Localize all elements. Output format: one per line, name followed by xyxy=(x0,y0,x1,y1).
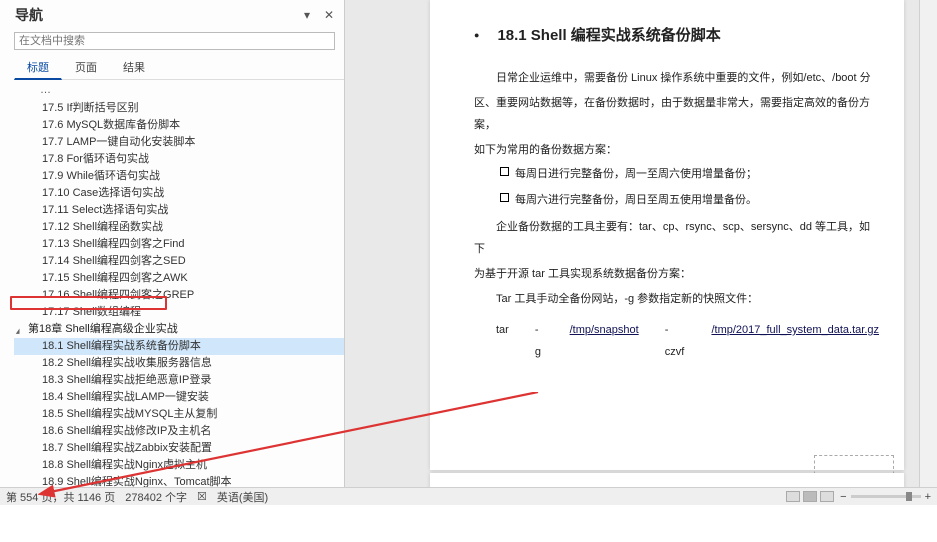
paragraph: 为基于开源 tar 工具实现系统数据备份方案： xyxy=(474,263,879,285)
status-page[interactable]: 第 554 页，共 1146 页 xyxy=(6,489,115,505)
outline-item[interactable]: 17.6 MySQL数据库备份脚本 xyxy=(14,117,344,134)
outline-item[interactable]: 17.5 If判断括号区别 xyxy=(14,100,344,117)
outline-item[interactable]: 17.10 Case选择语句实战 xyxy=(14,185,344,202)
zoom-slider[interactable] xyxy=(851,495,921,498)
nav-ellipsis: … xyxy=(30,80,344,100)
bullet-text: 每周六进行完整备份，周日至周五使用增量备份。 xyxy=(515,189,757,211)
tab-results[interactable]: 结果 xyxy=(110,54,158,79)
search-input[interactable] xyxy=(14,32,335,50)
paragraph: 企业备份数据的工具主要有：tar、cp、rsync、scp、sersync、dd… xyxy=(474,216,879,260)
paragraph: Tar 工具手动全备份网站，-g 参数指定新的快照文件： xyxy=(474,288,879,310)
outline-item[interactable]: 18.9 Shell编程实战Nginx、Tomcat脚本 xyxy=(14,474,344,487)
command-line: tar -g /tmp/snapshot -czvf /tmp/2017_ful… xyxy=(496,319,879,363)
cmd-seg: -g xyxy=(535,319,544,363)
outline-item[interactable]: 17.12 Shell编程函数实战 xyxy=(14,219,344,236)
outline-item[interactable]: 17.14 Shell编程四剑客之SED xyxy=(14,253,344,270)
outline-item[interactable]: 17.11 Select选择语句实战 xyxy=(14,202,344,219)
bullet-item: 每周六进行完整备份，周日至周五使用增量备份。 xyxy=(474,187,879,213)
nav-title: 导航 xyxy=(15,5,43,25)
outline-item[interactable]: 18.7 Shell编程实战Zabbix安装配置 xyxy=(14,440,344,457)
outline-item[interactable]: 17.15 Shell编程四剑客之AWK xyxy=(14,270,344,287)
outline-item[interactable]: 18.6 Shell编程实战修改IP及主机名 xyxy=(14,423,344,440)
outline-item[interactable]: 18.3 Shell编程实战拒绝恶意IP登录 xyxy=(14,372,344,389)
outline-item[interactable]: 17.17 Shell数组编程 xyxy=(14,304,344,321)
paragraph: 如下为常用的备份数据方案： xyxy=(474,139,879,161)
zoom-in-icon[interactable]: + xyxy=(925,491,931,503)
outline-item[interactable]: 18.4 Shell编程实战LAMP一键安装 xyxy=(14,389,344,406)
zoom-out-icon[interactable]: − xyxy=(840,491,846,503)
outline-item[interactable]: 18.2 Shell编程实战收集服务器信息 xyxy=(14,355,344,372)
nav-close-icon[interactable]: ✕ xyxy=(322,8,336,22)
outline-item[interactable]: 18.1 Shell编程实战系统备份脚本 xyxy=(14,338,344,355)
print-layout-button[interactable] xyxy=(803,491,817,502)
nav-tabs: 标题 页面 结果 xyxy=(14,54,344,80)
page-body: 日常企业运维中，需要备份 Linux 操作系统中重要的文件，例如/etc、/bo… xyxy=(474,67,879,363)
page: 18.1 Shell 编程实战系统备份脚本 日常企业运维中，需要备份 Linux… xyxy=(430,0,904,470)
outline-item[interactable]: 18.5 Shell编程实战MYSQL主从复制 xyxy=(14,406,344,423)
cmd-seg: tar xyxy=(496,319,509,341)
bullet-item: 每周日进行完整备份，周一至周六使用增量备份； xyxy=(474,161,879,187)
scrollbar-vertical[interactable] xyxy=(919,0,937,487)
read-mode-button[interactable] xyxy=(786,491,800,502)
status-bar: 第 554 页，共 1146 页 278402 个字 ☒ 英语(美国) − + xyxy=(0,487,937,505)
next-page xyxy=(430,473,904,487)
outline-item[interactable]: 18.8 Shell编程实战Nginx虚拟主机 xyxy=(14,457,344,474)
checkbox-icon xyxy=(500,193,509,202)
paragraph: 区、重要网站数据等，在备份数据时，由于数据量非常大，需要指定高效的备份方案， xyxy=(474,92,879,136)
tab-headings[interactable]: 标题 xyxy=(14,54,62,80)
status-spellcheck-icon[interactable]: ☒ xyxy=(197,490,207,503)
navigation-pane: 导航 ▾ ✕ 标题 页面 结果 … 17.5 If判断括号区别17.6 MySQ… xyxy=(0,0,345,487)
paragraph: 日常企业运维中，需要备份 Linux 操作系统中重要的文件，例如/etc、/bo… xyxy=(474,67,879,89)
bullet-text: 每周日进行完整备份，周一至周六使用增量备份； xyxy=(515,163,757,185)
outline-item[interactable]: 17.7 LAMP一键自动化安装脚本 xyxy=(14,134,344,151)
cmd-seg: /tmp/snapshot xyxy=(570,319,639,341)
status-language[interactable]: 英语(美国) xyxy=(217,489,268,505)
outline-item[interactable]: 17.13 Shell编程四剑客之Find xyxy=(14,236,344,253)
page-title: 18.1 Shell 编程实战系统备份脚本 xyxy=(474,24,879,45)
web-layout-button[interactable] xyxy=(820,491,834,502)
outline-tree: 17.5 If判断括号区别17.6 MySQL数据库备份脚本17.7 LAMP一… xyxy=(0,100,344,487)
outline-item[interactable]: 17.9 While循环语句实战 xyxy=(14,168,344,185)
outline-item[interactable]: 第18章 Shell编程高级企业实战 xyxy=(14,321,344,338)
cmd-seg: /tmp/2017_full_system_data.tar.gz xyxy=(711,319,879,341)
cmd-seg: -czvf xyxy=(665,319,686,363)
document-area: 18.1 Shell 编程实战系统备份脚本 日常企业运维中，需要备份 Linux… xyxy=(345,0,937,487)
status-word-count[interactable]: 278402 个字 xyxy=(125,489,187,505)
tab-pages[interactable]: 页面 xyxy=(62,54,110,79)
checkbox-icon xyxy=(500,167,509,176)
outline-item[interactable]: 17.8 For循环语句实战 xyxy=(14,151,344,168)
nav-dropdown-icon[interactable]: ▾ xyxy=(300,8,314,22)
outline-item[interactable]: 17.16 Shell编程四剑客之GREP xyxy=(14,287,344,304)
